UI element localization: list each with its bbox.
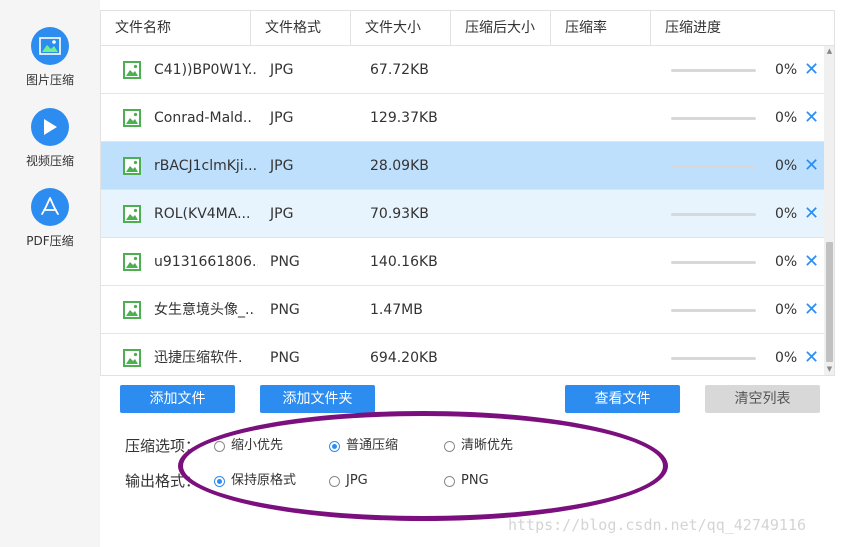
image-file-icon bbox=[123, 253, 141, 271]
file-format: JPG bbox=[270, 110, 294, 126]
progress-bar bbox=[671, 261, 756, 264]
column-header-file-format: 文件格式 bbox=[251, 11, 351, 46]
scroll-up-arrow-icon[interactable]: ▲ bbox=[824, 46, 834, 57]
table-row[interactable]: 女生意境头像_.. PNG 1.47MB 0% ✕ bbox=[101, 286, 824, 334]
table-row-hover[interactable]: ROL(KV4MA... JPG 70.93KB 0% ✕ bbox=[101, 190, 824, 238]
sidebar-item-label: 视频压缩 bbox=[25, 154, 74, 168]
image-file-icon bbox=[123, 205, 141, 223]
sidebar-item-pdf-compress[interactable]: PDF压缩 bbox=[0, 188, 100, 249]
file-format: PNG bbox=[270, 254, 300, 270]
file-name: rBACJ1clmKji... bbox=[154, 158, 258, 174]
scrollbar-thumb[interactable] bbox=[826, 242, 833, 362]
remove-file-icon[interactable]: ✕ bbox=[804, 142, 819, 190]
progress-bar bbox=[671, 357, 756, 360]
file-format: JPG bbox=[270, 206, 294, 222]
file-format: JPG bbox=[270, 158, 294, 174]
file-name: Conrad-Mald.. bbox=[154, 110, 252, 126]
table-row[interactable]: Conrad-Mald.. JPG 129.37KB 0% ✕ bbox=[101, 94, 824, 142]
file-size: 694.20KB bbox=[370, 350, 438, 366]
scroll-down-arrow-icon[interactable]: ▼ bbox=[824, 364, 834, 375]
image-file-icon bbox=[123, 61, 141, 79]
remove-file-icon[interactable]: ✕ bbox=[804, 238, 819, 286]
table-row-selected[interactable]: rBACJ1clmKji... JPG 28.09KB 0% ✕ bbox=[101, 142, 824, 190]
progress-percent: 0% bbox=[775, 110, 798, 126]
progress-bar bbox=[671, 309, 756, 312]
sidebar-item-video-compress[interactable]: 视频压缩 bbox=[0, 108, 100, 169]
sidebar-item-label: 图片压缩 bbox=[25, 73, 74, 87]
file-name: 迅捷压缩软件. bbox=[154, 350, 243, 366]
file-name: C41))BP0W1Y.. bbox=[154, 62, 257, 78]
progress-percent: 0% bbox=[775, 158, 798, 174]
table-row[interactable]: C41))BP0W1Y.. JPG 67.72KB 0% ✕ bbox=[101, 46, 824, 94]
table-row[interactable]: u9131661806.. PNG 140.16KB 0% ✕ bbox=[101, 238, 824, 286]
table-scrollbar[interactable]: ▲ ▼ bbox=[824, 46, 834, 375]
remove-file-icon[interactable]: ✕ bbox=[804, 94, 819, 142]
progress-percent: 0% bbox=[775, 350, 798, 366]
table-body: C41))BP0W1Y.. JPG 67.72KB 0% ✕ Conrad-Ma… bbox=[101, 46, 824, 375]
remove-file-icon[interactable]: ✕ bbox=[804, 286, 819, 334]
column-header-file-name: 文件名称 bbox=[101, 11, 251, 46]
image-file-icon bbox=[123, 301, 141, 319]
image-file-icon bbox=[123, 349, 141, 367]
file-size: 67.72KB bbox=[370, 62, 429, 78]
file-format: JPG bbox=[270, 62, 294, 78]
progress-percent: 0% bbox=[775, 206, 798, 222]
progress-percent: 0% bbox=[775, 302, 798, 318]
file-name: 女生意境头像_.. bbox=[154, 302, 254, 318]
annotation-ellipse bbox=[178, 411, 668, 521]
column-header-compressed-size: 压缩后大小 bbox=[451, 11, 551, 46]
file-format: PNG bbox=[270, 350, 300, 366]
remove-file-icon[interactable]: ✕ bbox=[804, 46, 819, 94]
image-file-icon bbox=[123, 157, 141, 175]
progress-bar bbox=[671, 69, 756, 72]
add-file-button[interactable]: 添加文件 bbox=[120, 385, 235, 413]
file-size: 1.47MB bbox=[370, 302, 423, 318]
watermark: https://blog.csdn.net/qq_42749116 bbox=[508, 516, 807, 534]
file-size: 140.16KB bbox=[370, 254, 438, 270]
progress-percent: 0% bbox=[775, 62, 798, 78]
file-name: ROL(KV4MA... bbox=[154, 206, 251, 222]
remove-file-icon[interactable]: ✕ bbox=[804, 190, 819, 238]
table-row[interactable]: 迅捷压缩软件. PNG 694.20KB 0% ✕ bbox=[101, 334, 824, 375]
progress-bar bbox=[671, 213, 756, 216]
sidebar-item-image-compress[interactable]: 图片压缩 bbox=[0, 27, 100, 88]
remove-file-icon[interactable]: ✕ bbox=[804, 334, 819, 375]
table-header: 文件名称 文件格式 文件大小 压缩后大小 压缩率 压缩进度 bbox=[101, 11, 834, 46]
file-format: PNG bbox=[270, 302, 300, 318]
column-header-compression-rate: 压缩率 bbox=[551, 11, 651, 46]
add-folder-button[interactable]: 添加文件夹 bbox=[260, 385, 375, 413]
sidebar: 图片压缩 视频压缩 PDF压缩 bbox=[0, 0, 100, 547]
file-size: 28.09KB bbox=[370, 158, 429, 174]
play-icon bbox=[31, 108, 69, 146]
file-table: 文件名称 文件格式 文件大小 压缩后大小 压缩率 压缩进度 C41))BP0W1… bbox=[100, 10, 835, 376]
image-file-icon bbox=[123, 109, 141, 127]
image-icon bbox=[31, 27, 69, 65]
file-size: 70.93KB bbox=[370, 206, 429, 222]
sidebar-item-label: PDF压缩 bbox=[26, 234, 74, 248]
progress-bar bbox=[671, 117, 756, 120]
view-files-button[interactable]: 查看文件 bbox=[565, 385, 680, 413]
file-size: 129.37KB bbox=[370, 110, 438, 126]
progress-bar bbox=[671, 165, 756, 168]
progress-percent: 0% bbox=[775, 254, 798, 270]
pdf-icon bbox=[31, 188, 69, 226]
column-header-file-size: 文件大小 bbox=[351, 11, 451, 46]
clear-list-button[interactable]: 清空列表 bbox=[705, 385, 820, 413]
column-header-progress: 压缩进度 bbox=[665, 20, 721, 36]
file-name: u9131661806.. bbox=[154, 254, 258, 270]
main-panel: 文件名称 文件格式 文件大小 压缩后大小 压缩率 压缩进度 C41))BP0W1… bbox=[100, 0, 850, 547]
